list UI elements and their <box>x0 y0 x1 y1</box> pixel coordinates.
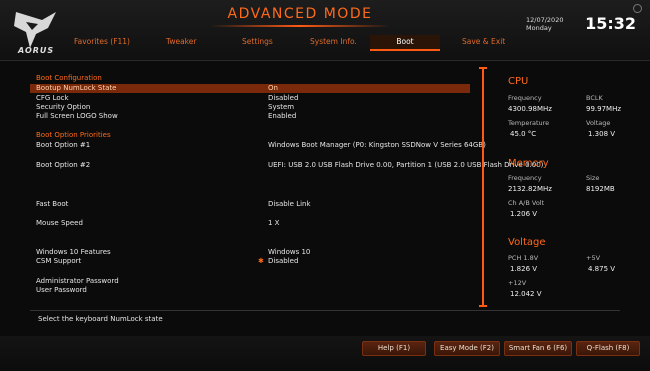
clock-time: 15:32 <box>585 14 636 33</box>
cpu-bclk-label: BCLK <box>586 94 603 102</box>
easy-mode-button[interactable]: Easy Mode (F2) <box>434 341 500 356</box>
qflash-button[interactable]: Q-Flash (F8) <box>576 341 640 356</box>
row-full-screen-logo[interactable]: Full Screen LOGO Show Enabled <box>30 112 470 121</box>
cpu-frequency-value: 4300.98MHz <box>508 105 552 113</box>
setting-label: CSM Support <box>36 257 82 265</box>
day: Monday <box>526 24 552 32</box>
section-boot-configuration: Boot Configuration <box>30 74 470 83</box>
tab-system-info[interactable]: System Info. <box>304 35 363 49</box>
row-boot-option-1[interactable]: Boot Option #1 Windows Boot Manager (P0:… <box>30 141 486 150</box>
footer-bar: Help (F1) Easy Mode (F2) Smart Fan 6 (F6… <box>0 336 650 371</box>
hardware-monitor: CPU Frequency BCLK 4300.98MHz 99.97MHz T… <box>500 70 640 310</box>
setting-label: Security Option <box>36 103 91 111</box>
setting-value[interactable]: Disabled <box>268 94 298 103</box>
setting-value[interactable]: Disable Link <box>268 200 311 209</box>
row-csm-support[interactable]: CSM Support ✱ Disabled <box>30 257 470 266</box>
cpu-temperature-label: Temperature <box>508 119 550 127</box>
help-description: Select the keyboard NumLock state <box>38 315 163 323</box>
memory-frequency-label: Frequency <box>508 174 542 182</box>
setting-label: Mouse Speed <box>36 219 83 227</box>
mode-title-underline <box>210 25 390 27</box>
cpu-title: CPU <box>508 76 529 87</box>
cpu-voltage-label: Voltage <box>586 119 611 127</box>
plus12v-value: 12.042 V <box>510 290 542 298</box>
setting-value[interactable]: System <box>268 103 294 112</box>
cpu-temperature-value: 45.0 °C <box>510 130 537 138</box>
mode-title: ADVANCED MODE <box>227 6 373 22</box>
setting-value[interactable]: Windows 10 <box>268 248 310 257</box>
smart-fan-button[interactable]: Smart Fan 6 (F6) <box>504 341 572 356</box>
settings-gear-icon[interactable] <box>633 4 642 13</box>
section-title: Boot Configuration <box>36 74 102 82</box>
plus12v-label: +12V <box>508 279 527 287</box>
row-mouse-speed[interactable]: Mouse Speed 1 X <box>30 219 470 228</box>
scrollbar-bottom-cap <box>479 305 487 307</box>
help-description-bar: Select the keyboard NumLock state <box>30 310 620 327</box>
setting-label: User Password <box>36 286 87 294</box>
row-windows10-features[interactable]: Windows 10 Features Windows 10 <box>30 248 470 257</box>
setting-label: CFG Lock <box>36 94 69 102</box>
setting-value[interactable]: Disabled <box>268 257 298 266</box>
memory-title: Memory <box>508 158 549 169</box>
tab-boot[interactable]: Boot <box>370 35 440 51</box>
plus5v-value: 4.875 V <box>588 265 616 273</box>
help-button[interactable]: Help (F1) <box>362 341 426 356</box>
memory-chab-volt-value: 1.206 V <box>510 210 538 218</box>
setting-value[interactable]: On <box>268 84 278 93</box>
datetime: 12/07/2020 Monday 15:32 <box>526 14 636 40</box>
setting-label: Administrator Password <box>36 277 119 285</box>
section-boot-option-priorities: Boot Option Priorities <box>30 131 470 140</box>
memory-frequency-value: 2132.82MHz <box>508 185 552 193</box>
pch-voltage-value: 1.826 V <box>510 265 538 273</box>
setting-label: Fast Boot <box>36 200 69 208</box>
memory-size-value: 8192MB <box>586 185 615 193</box>
row-administrator-password[interactable]: Administrator Password <box>30 277 470 286</box>
date: 12/07/2020 <box>526 16 564 24</box>
tab-tweaker[interactable]: Tweaker <box>160 35 202 49</box>
setting-label: Windows 10 Features <box>36 248 111 256</box>
section-title: Boot Option Priorities <box>36 131 111 139</box>
tab-save-exit[interactable]: Save & Exit <box>456 35 511 49</box>
setting-value[interactable]: Windows Boot Manager (P0: Kingston SSDNo… <box>268 141 486 150</box>
scrollbar[interactable] <box>482 67 484 305</box>
setting-label: Full Screen LOGO Show <box>36 112 118 120</box>
row-cfg-lock[interactable]: CFG Lock Disabled <box>30 94 470 103</box>
header-bar: AORUS ADVANCED MODE Favorites (F11) Twea… <box>0 0 650 61</box>
setting-label: Boot Option #2 <box>36 161 91 169</box>
pch-voltage-label: PCH 1.8V <box>508 254 539 262</box>
setting-label: Boot Option #1 <box>36 141 91 149</box>
row-fast-boot[interactable]: Fast Boot Disable Link <box>30 200 470 209</box>
brand-name: AORUS <box>18 46 55 55</box>
memory-size-label: Size <box>586 174 600 182</box>
voltage-title: Voltage <box>508 237 546 248</box>
cpu-bclk-value: 99.97MHz <box>586 105 622 113</box>
tab-settings[interactable]: Settings <box>236 35 279 49</box>
row-boot-option-2[interactable]: Boot Option #2 UEFI: USB 2.0 USB Flash D… <box>30 161 543 170</box>
tab-favorites[interactable]: Favorites (F11) <box>68 35 136 49</box>
row-security-option[interactable]: Security Option System <box>30 103 470 112</box>
row-user-password[interactable]: User Password <box>30 286 470 295</box>
cpu-voltage-value: 1.308 V <box>588 130 616 138</box>
setting-label: Bootup NumLock State <box>36 84 117 92</box>
row-bootup-numlock[interactable]: Bootup NumLock State On <box>30 84 470 93</box>
plus5v-label: +5V <box>586 254 601 262</box>
setting-value[interactable]: 1 X <box>268 219 279 228</box>
setting-value[interactable]: Enabled <box>268 112 296 121</box>
changed-star-icon: ✱ <box>258 257 264 265</box>
memory-chab-volt-label: Ch A/B Volt <box>508 199 545 207</box>
cpu-frequency-label: Frequency <box>508 94 542 102</box>
boot-settings-panel: Boot Configuration Bootup NumLock State … <box>30 68 543 313</box>
